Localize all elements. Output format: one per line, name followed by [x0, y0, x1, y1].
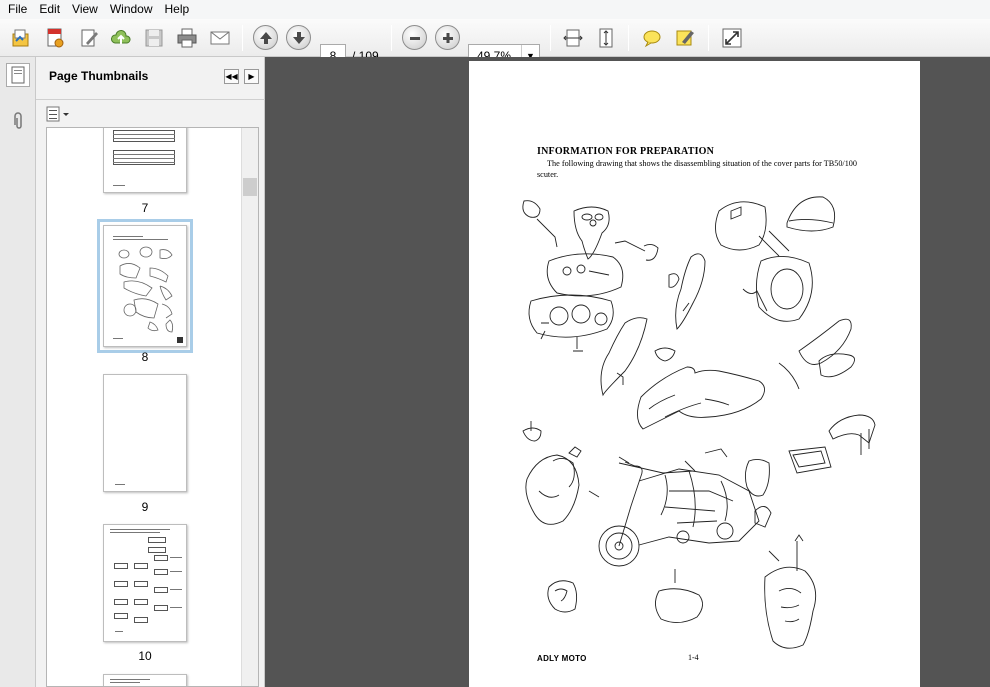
- expand-panel-icon[interactable]: ▶: [244, 69, 259, 84]
- open-icon[interactable]: [8, 25, 34, 51]
- arrow-up-icon: [259, 31, 272, 44]
- thumbnail-page-11[interactable]: [103, 674, 187, 686]
- scrollbar-thumb[interactable]: [243, 178, 257, 196]
- cloud-upload-icon[interactable]: [108, 25, 134, 51]
- document-view[interactable]: INFORMATION FOR PREPARATION The followin…: [265, 57, 990, 687]
- exploded-parts-drawing: [522, 196, 876, 649]
- zoom-out-button[interactable]: [402, 25, 427, 50]
- document-page: INFORMATION FOR PREPARATION The followin…: [469, 61, 920, 687]
- plus-icon: [442, 32, 453, 43]
- menu-edit[interactable]: Edit: [33, 0, 66, 19]
- thumbnail-page-10[interactable]: [103, 524, 187, 642]
- panel-title: Page Thumbnails: [49, 69, 149, 83]
- menu-help[interactable]: Help: [159, 0, 196, 19]
- footer-brand: ADLY MOTO: [537, 654, 587, 663]
- thumbnail-label: 8: [141, 350, 149, 364]
- previous-page-button[interactable]: [253, 25, 278, 50]
- thumbnail-page-9[interactable]: [103, 374, 187, 492]
- arrow-down-icon: [292, 31, 305, 44]
- full-screen-icon[interactable]: [719, 25, 745, 51]
- thumbnail-scrollbar[interactable]: [241, 128, 258, 686]
- next-page-button[interactable]: [286, 25, 311, 50]
- toolbar-separator: [242, 25, 243, 51]
- toolbar-separator: [628, 25, 629, 51]
- footer-page-number: 1-4: [688, 653, 699, 662]
- create-pdf-icon[interactable]: [42, 25, 68, 51]
- fit-page-icon[interactable]: [593, 25, 619, 51]
- collapse-panel-icon[interactable]: ◀◀: [224, 69, 239, 84]
- attachments-icon[interactable]: [6, 109, 30, 133]
- divider: [36, 99, 265, 100]
- thumbnails-panel: Page Thumbnails ◀◀ ▶ 7 8 9 10: [36, 57, 265, 687]
- menu-file[interactable]: File: [2, 0, 33, 19]
- print-icon[interactable]: [174, 25, 200, 51]
- thumbnail-page-7[interactable]: [103, 128, 187, 193]
- thumbnail-page-8[interactable]: [97, 219, 193, 353]
- thumbnail-list[interactable]: 7 8 9 10: [46, 127, 259, 687]
- toolbar-separator: [391, 25, 392, 51]
- email-icon[interactable]: [207, 25, 233, 51]
- fit-width-icon[interactable]: [560, 25, 586, 51]
- menu-view[interactable]: View: [66, 0, 104, 19]
- comment-icon[interactable]: [639, 25, 665, 51]
- menu-window[interactable]: Window: [104, 0, 159, 19]
- navigation-rail: [0, 57, 36, 687]
- toolbar-separator: [708, 25, 709, 51]
- options-menu-icon[interactable]: [45, 105, 71, 123]
- save-icon[interactable]: [141, 25, 167, 51]
- menu-bar: File Edit View Window Help: [0, 0, 990, 19]
- page-thumbnails-icon[interactable]: [6, 63, 30, 87]
- thumbnail-label: 9: [141, 500, 149, 514]
- zoom-in-button[interactable]: [435, 25, 460, 50]
- minus-icon: [409, 36, 420, 40]
- highlight-icon[interactable]: [672, 25, 698, 51]
- toolbar-separator: [550, 25, 551, 51]
- edit-icon[interactable]: [76, 25, 102, 51]
- toolbar: 8 / 109 49.7% ▼: [0, 19, 990, 68]
- thumbnail-label: 7: [141, 201, 149, 215]
- thumbnail-label: 10: [138, 649, 152, 663]
